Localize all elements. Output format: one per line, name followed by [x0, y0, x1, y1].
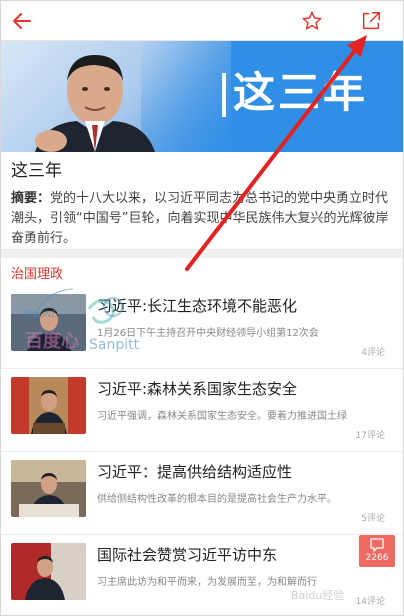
section-label: 治国理政 [11, 267, 64, 282]
back-button[interactable] [7, 7, 37, 35]
news-title: 国际社会赞赏习近平访中东 [97, 546, 278, 564]
news-description: 供给侧结构性改革的根本目的是提高社会生产力水平。 [97, 494, 337, 505]
hero-banner[interactable]: 这三年 [1, 41, 403, 152]
section-divider [1, 249, 403, 258]
news-title: 习近平:森林关系国家生态安全 [97, 380, 298, 398]
app-screen: 这三年 这三年 摘要：党的十八大以来，以习近平同志为总书记的党中央勇立时代潮头，… [0, 0, 404, 616]
news-thumbnail [11, 377, 86, 434]
article-summary: 摘要：党的十八大以来，以习近平同志为总书记的党中央勇立时代潮头，引领“中国号”巨… [11, 189, 396, 249]
news-description: 习主席此访为和平而来，为发展而至，为和解而行 [97, 577, 317, 588]
article-header: 这三年 摘要：党的十八大以来，以习近平同志为总书记的党中央勇立时代潮头，引领“中… [11, 159, 396, 249]
star-outline-icon [302, 11, 322, 30]
favorite-button[interactable] [297, 7, 327, 35]
news-item[interactable]: 习近平:森林关系国家生态安全 习近平强调，森林关系国家生态安全。要着力推进国土绿… [1, 370, 403, 452]
comment-count: 5评论 [361, 514, 385, 524]
news-thumbnail [11, 294, 86, 351]
comment-button[interactable]: 2266 [359, 535, 395, 567]
arrow-left-icon [13, 13, 31, 29]
news-thumbnail [11, 543, 86, 600]
comment-bubble-icon [370, 538, 384, 552]
news-item[interactable]: 国际社会赞赏习近平访中东 习主席此访为和平而来，为发展而至，为和解而行 14评论 [1, 536, 403, 615]
leader-portrait-image [35, 55, 155, 152]
footer-watermark: Baidu经验 [291, 589, 345, 602]
summary-label: 摘要： [11, 191, 51, 206]
top-toolbar [1, 1, 403, 41]
news-title: 习近平：提高供给结构适应性 [97, 463, 293, 481]
comment-count: 14评论 [355, 597, 385, 607]
share-button[interactable] [356, 7, 386, 35]
comment-total: 2266 [365, 553, 389, 563]
summary-text: 党的十八大以来，以习近平同志为总书记的党中央勇立时代潮头，引领“中国号”巨轮，向… [11, 191, 389, 246]
news-item[interactable]: 习近平:长江生态环境不能恶化 1月26日下午主持召开中央财经领导小组第12次会 … [1, 287, 403, 369]
external-share-icon [362, 12, 380, 30]
news-description: 1月26日下午主持召开中央财经领导小组第12次会 [97, 328, 319, 339]
news-item[interactable]: 习近平：提高供给结构适应性 供给侧结构性改革的根本目的是提高社会生产力水平。 5… [1, 453, 403, 535]
banner-title: 这三年 [233, 68, 369, 117]
comment-count: 4评论 [361, 348, 385, 358]
news-title: 习近平:长江生态环境不能恶化 [97, 297, 298, 315]
news-description: 习近平强调，森林关系国家生态安全。要着力推进国土绿 [97, 411, 347, 422]
article-title: 这三年 [11, 161, 62, 181]
comment-count: 17评论 [355, 431, 385, 441]
news-thumbnail [11, 460, 86, 517]
